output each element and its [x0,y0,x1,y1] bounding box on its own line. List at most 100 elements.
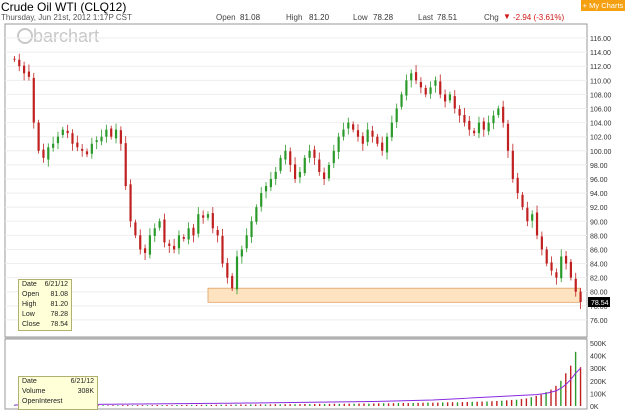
candle-body [124,143,127,187]
candle-body [390,122,393,138]
vol-volume-label: Volume [22,388,46,395]
price-tick-label: 96.00 [590,177,608,184]
candle-body [381,142,384,151]
candle-body [211,213,214,229]
candle-body [250,221,253,238]
candle-body [182,237,185,239]
candle-body [550,262,553,271]
candle-body [52,143,55,148]
support-zone [207,287,581,303]
candle-body [400,94,403,107]
price-tick-label: 80.00 [590,290,608,297]
candle-body [85,151,89,155]
candle-body [192,227,195,236]
candle-body [240,249,243,257]
candle-body [564,255,568,264]
candle-body [473,130,476,134]
candle-body [298,171,302,178]
info-date-value: 6/21/12 [44,281,68,288]
price-tick-label: 98.00 [590,163,608,170]
candle-body [506,123,510,151]
price-tick-label: 112.00 [590,64,611,71]
info-close-label: Close [22,321,40,328]
candle-body [202,215,205,218]
volume-tick-label: 100K [590,391,607,398]
candle-body [458,109,461,116]
candle-body [27,71,31,77]
candle-body [347,122,350,129]
candle-body [569,261,573,278]
candle-body [337,136,340,152]
candle-body [463,114,466,123]
candle-body [424,87,427,95]
candle-body [376,136,379,144]
candle-body [482,121,485,130]
candle-body [516,177,519,194]
price-tick-label: 108.00 [590,92,612,99]
candle-body [289,151,292,165]
info-open-label: Open [22,291,40,298]
vol-row-oi: OpenInterest [22,398,94,407]
candle-body [168,243,171,246]
candle-body [187,228,190,240]
candle-body [521,194,524,208]
volume-tick-label: 300K [590,366,607,373]
candle-body [434,80,437,86]
candle-body [526,207,529,222]
candle-body [274,171,277,179]
price-volume-chart: barchart 116.00 114.00 112.00 110.00 108.00 1… [4,23,612,411]
info-row-low: Low 78.28 [22,311,68,320]
candle-body [574,278,577,292]
info-close-value: 78.54 [50,321,68,328]
volume-tick-label: 500K [590,341,607,348]
candle-body [61,129,64,136]
candle-body [90,143,93,154]
ohlc-info-box: Date 6/21/12 Open 81.08 High 81.20 Low 78.28… [18,279,72,331]
candle-body [163,219,166,243]
candle-body [37,122,40,151]
candle-body [221,235,224,264]
info-low-label: Low [22,311,35,318]
candle-body [410,73,413,81]
candle-body [535,212,539,236]
volume-info-box: Date 6/21/12 Volume 308K OpenInterest [18,376,98,410]
watermark-text: barchart [33,26,99,46]
price-tick-label: 106.00 [590,107,612,114]
candle-body [540,236,543,250]
candle-body [502,106,505,123]
price-tick-label: 116.00 [590,36,611,43]
candle-body [129,184,132,222]
candle-body [492,115,495,124]
candle-body [71,133,74,144]
candle-body [177,235,181,249]
candle-body [477,122,481,134]
candle-body [153,228,156,236]
candle-body [361,136,364,144]
info-open-value: 81.08 [50,291,68,298]
info-row-high: High 81.20 [22,301,68,310]
candle-body [255,207,258,222]
candle-body [579,291,582,303]
candle-body [139,235,142,250]
price-tick-label: 88.00 [590,233,608,240]
candle-body [119,130,122,144]
last-price-tag-text: 78.54 [591,300,609,307]
info-date-label: Date [22,281,37,288]
candle-body [105,129,108,137]
info-high-label: High [22,301,37,308]
candle-body [318,159,321,172]
candle-body [443,94,447,102]
candle-body [260,193,263,207]
candle-body [206,214,210,218]
price-tick-label: 84.00 [590,262,608,269]
candle-body [555,272,558,278]
candle-body [385,136,389,153]
candle-body [22,65,26,74]
info-row-close: Close 78.54 [22,321,68,330]
candle-body [148,235,152,255]
candle-body [235,256,239,290]
price-tick-label: 94.00 [590,191,608,198]
info-low-value: 78.28 [50,311,68,318]
price-tick-label: 92.00 [590,205,608,212]
candle-body [231,275,234,289]
